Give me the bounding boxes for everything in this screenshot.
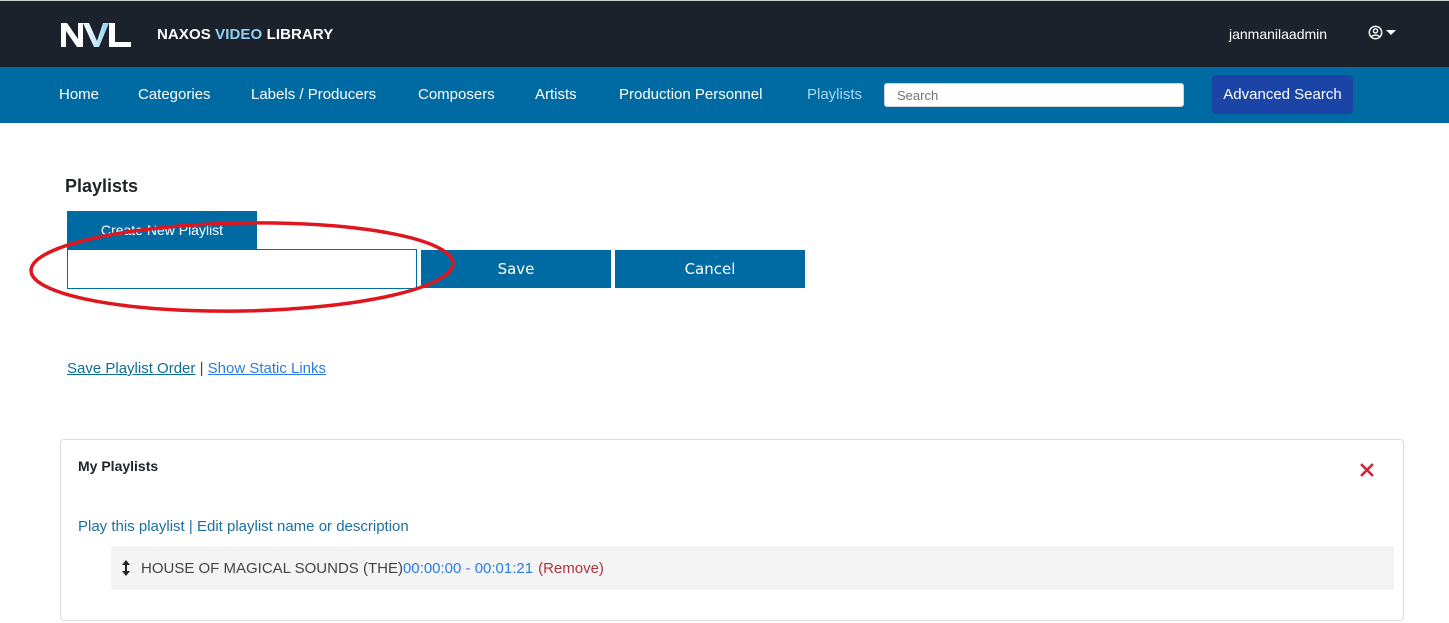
vertical-arrows-icon[interactable] [119, 558, 133, 578]
nav-categories[interactable]: Categories [138, 86, 211, 103]
track-title: HOUSE OF MAGICAL SOUNDS (THE) [141, 560, 403, 577]
brand-part2: LIBRARY [267, 26, 334, 43]
edit-playlist-link[interactable]: Edit playlist name or description [197, 518, 409, 535]
playlist-card-title: My Playlists [78, 458, 158, 474]
close-x-icon[interactable] [1359, 462, 1375, 478]
nav-composers[interactable]: Composers [418, 86, 495, 103]
search-input[interactable] [884, 83, 1184, 107]
top-header: NAXOS VIDEO LIBRARY janmanilaadmin [0, 0, 1449, 67]
nav-production-personnel[interactable]: Production Personnel [619, 86, 762, 103]
brand-part1: NAXOS [157, 26, 211, 43]
nav-home[interactable]: Home [59, 86, 99, 103]
track-time-range[interactable]: 00:00:00 - 00:01:21 [403, 560, 533, 577]
nvl-logo[interactable] [61, 21, 131, 49]
chevron-down-icon [1386, 30, 1396, 35]
save-playlist-order-link[interactable]: Save Playlist Order [67, 360, 195, 377]
save-button[interactable]: Save [421, 250, 611, 288]
username[interactable]: janmanilaadmin [1229, 26, 1327, 42]
nav-playlists[interactable]: Playlists [807, 86, 862, 103]
playlist-actions: Play this playlist | Edit playlist name … [78, 518, 409, 535]
main-nav: Home Categories Labels / Producers Compo… [0, 67, 1449, 123]
remove-track-link[interactable]: (Remove) [538, 560, 604, 577]
page-title: Playlists [65, 176, 138, 197]
playlist-track-row[interactable]: HOUSE OF MAGICAL SOUNDS (THE) 00:00:00 -… [111, 546, 1394, 590]
brand-title: NAXOS VIDEO LIBRARY [157, 26, 333, 43]
play-playlist-link[interactable]: Play this playlist [78, 518, 185, 535]
actions-separator: | [189, 518, 193, 535]
show-static-links-link[interactable]: Show Static Links [208, 360, 326, 377]
user-circle-icon [1368, 25, 1383, 40]
link-separator: | [200, 360, 204, 377]
new-playlist-name-input[interactable] [67, 249, 417, 289]
cancel-button[interactable]: Cancel [615, 250, 805, 288]
nav-labels-producers[interactable]: Labels / Producers [251, 86, 376, 103]
nvl-logo-icon [61, 21, 131, 49]
create-new-playlist-tab[interactable]: Create New Playlist [67, 211, 257, 249]
playlist-links: Save Playlist Order | Show Static Links [67, 360, 326, 377]
advanced-search-button[interactable]: Advanced Search [1212, 75, 1353, 114]
user-menu-toggle[interactable] [1368, 25, 1396, 40]
playlist-card: My Playlists Play this playlist | Edit p… [60, 439, 1404, 621]
brand-accent: VIDEO [215, 26, 262, 43]
nav-artists[interactable]: Artists [535, 86, 577, 103]
